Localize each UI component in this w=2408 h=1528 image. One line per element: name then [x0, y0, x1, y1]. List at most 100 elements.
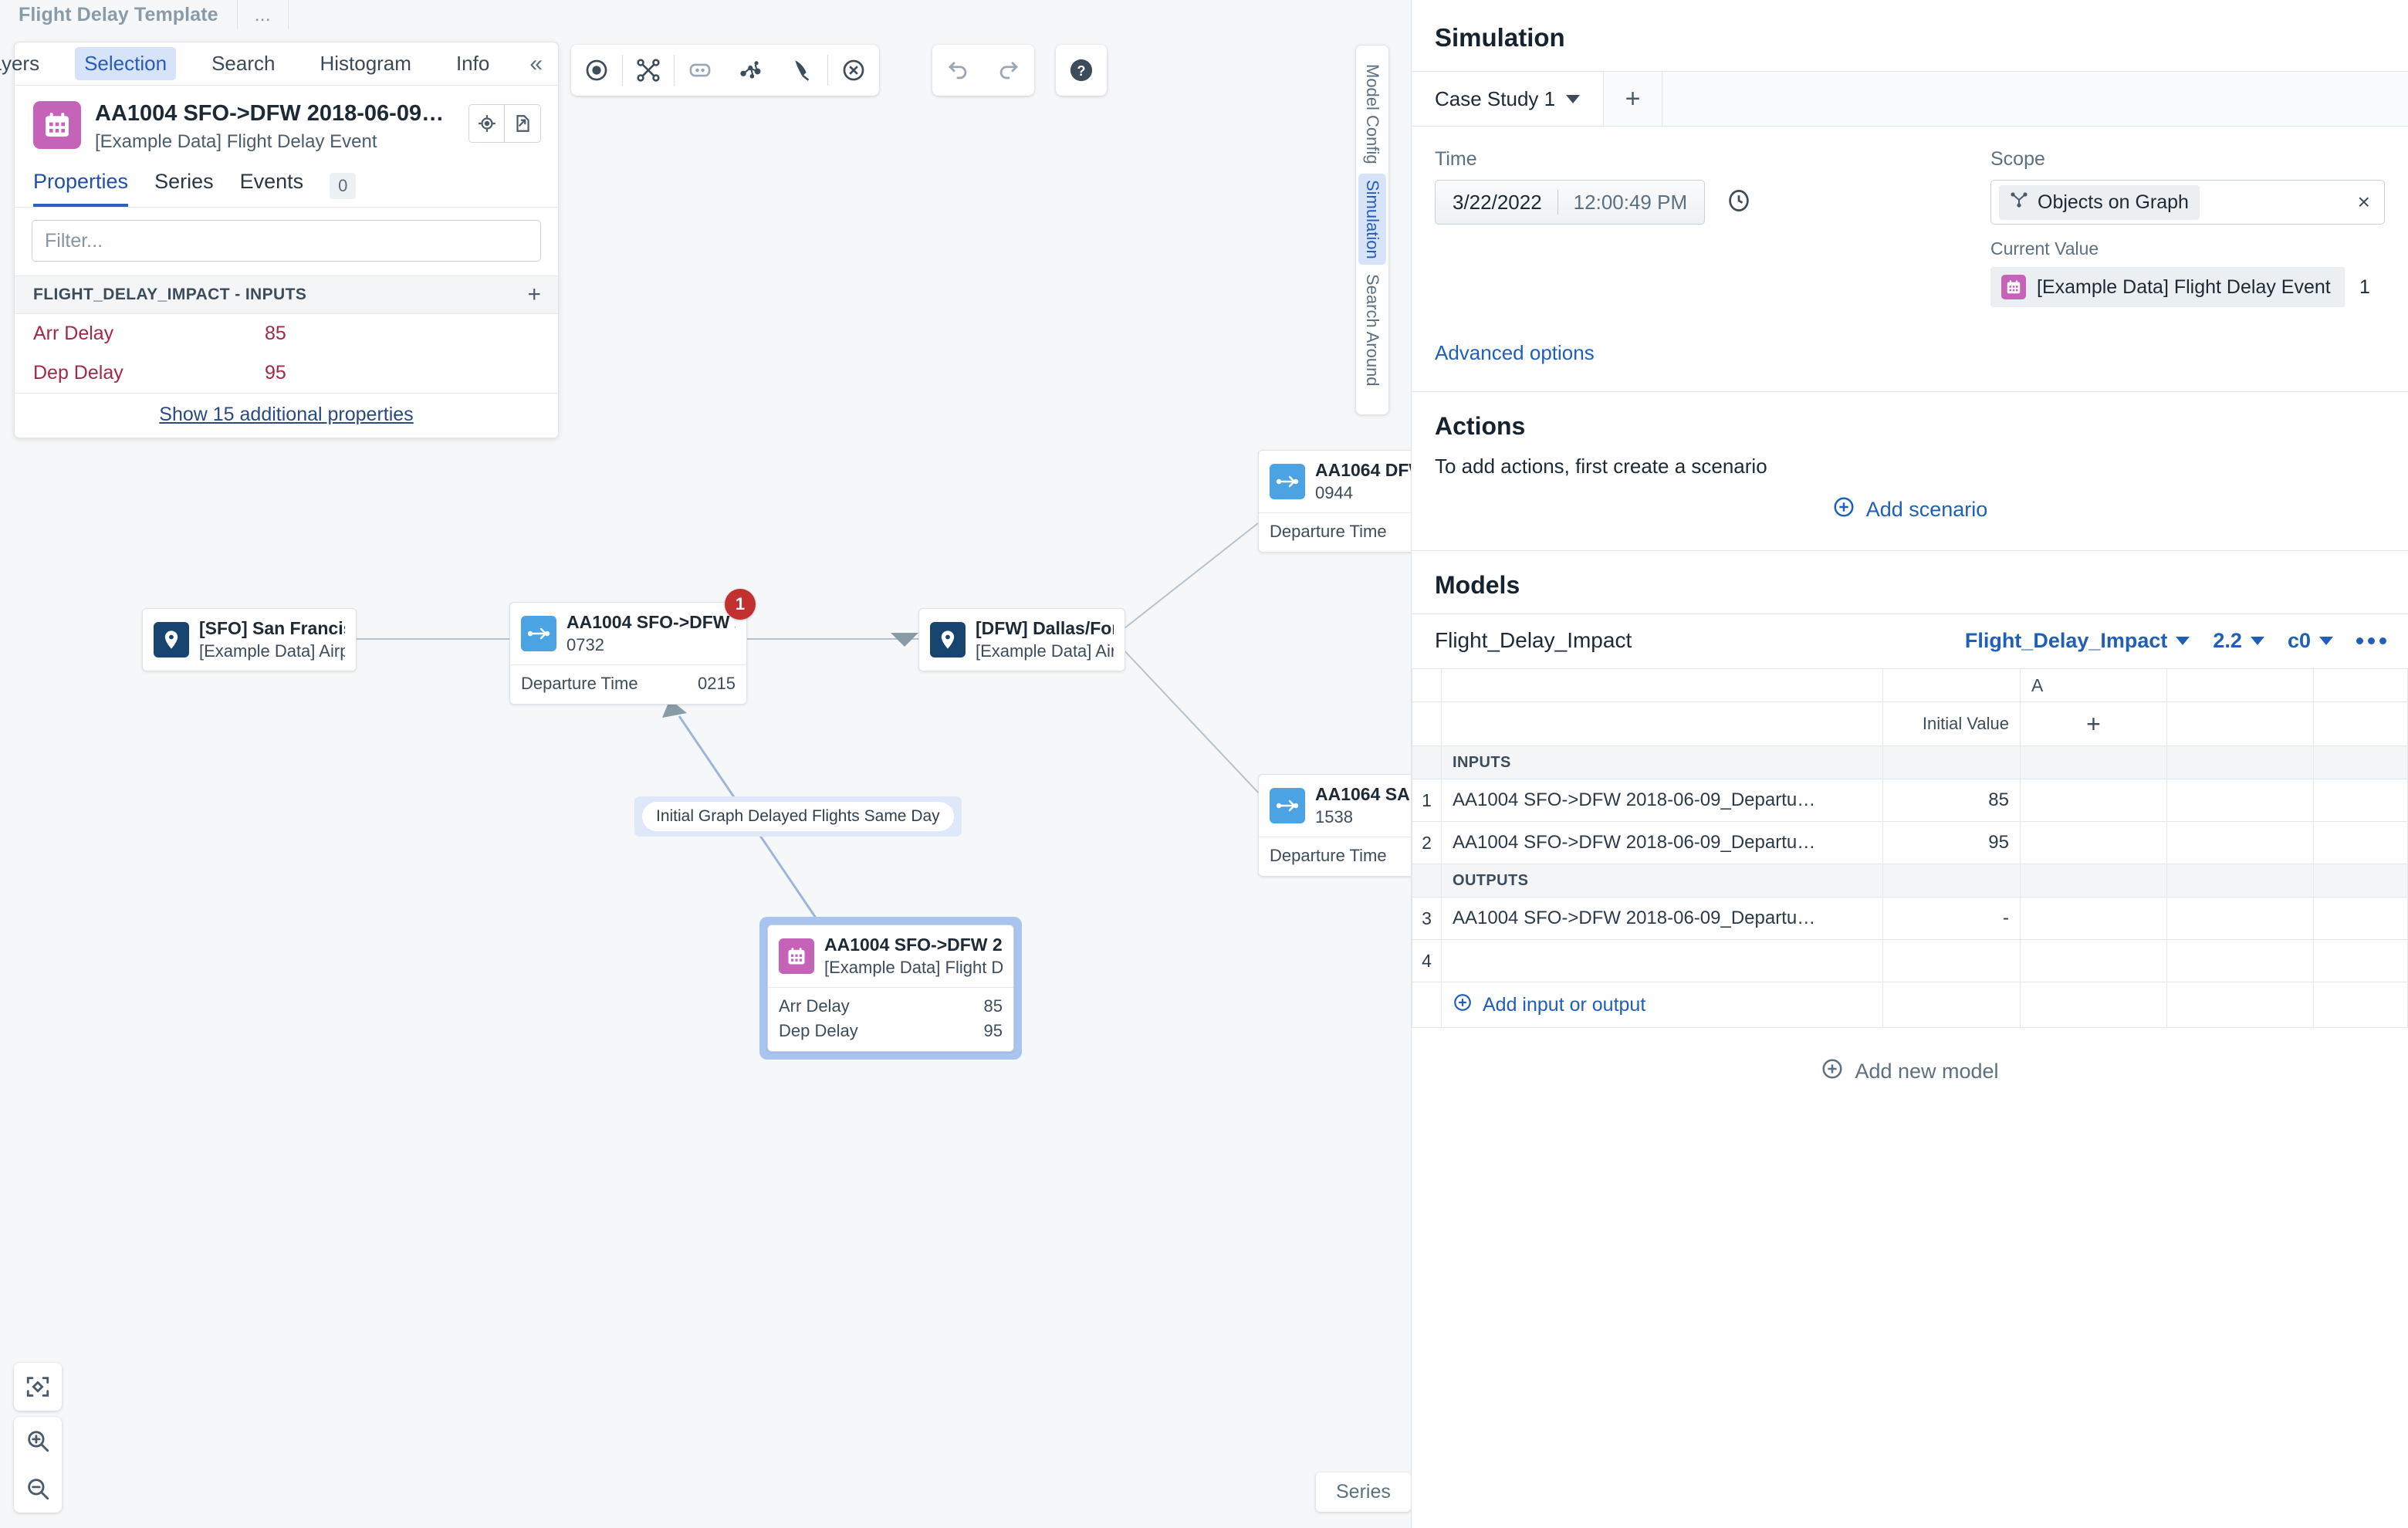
cell-blank	[2166, 668, 2314, 702]
graph-node-aa1064-dfw[interactable]: AA1064 DFW-> 0944 Departure Time	[1258, 450, 1411, 553]
row-cell-a[interactable]	[2020, 897, 2167, 940]
row-cell-b[interactable]	[2166, 779, 2314, 822]
row-initial-value[interactable]: 85	[1882, 779, 2021, 822]
more-horizontal-icon[interactable]	[2356, 637, 2386, 644]
subtab-series[interactable]: Series	[154, 170, 214, 207]
case-study-label: Case Study 1	[1435, 86, 1556, 110]
add-input-or-output-button[interactable]: Add input or output	[1441, 982, 1883, 1028]
row-initial-value[interactable]: 95	[1882, 821, 2021, 864]
add-scenario-button[interactable]: Add scenario	[1412, 495, 2408, 550]
table-row[interactable]: 1 AA1004 SFO->DFW 2018-06-09_Departu… 85	[1412, 779, 2408, 822]
redo-icon[interactable]	[983, 45, 1034, 96]
tab-overflow-menu[interactable]: ...	[238, 0, 289, 29]
row-cell-c[interactable]	[2313, 821, 2408, 864]
clear-selection-icon[interactable]	[828, 45, 879, 96]
row-cell-b[interactable]	[2166, 939, 2314, 982]
pen-icon[interactable]	[776, 45, 827, 96]
map-pin-icon	[930, 622, 966, 658]
simulation-panel: Simulation Case Study 1 + Time 3/22/2022…	[1411, 0, 2408, 1528]
graph-node-aa1004[interactable]: 1 AA1004 SFO->DFW 2018… 0732 Departure T…	[509, 589, 756, 705]
tab-search[interactable]: Search	[202, 47, 284, 80]
add-new-model-button[interactable]: Add new model	[1412, 1028, 2408, 1112]
row-cell-c[interactable]	[2313, 897, 2408, 940]
filter-input[interactable]	[32, 220, 541, 262]
fit-to-screen-control[interactable]	[14, 1363, 62, 1411]
chevron-down-icon	[2319, 636, 2333, 645]
column-a-header[interactable]: A	[2020, 668, 2167, 702]
table-row[interactable]: 4	[1412, 939, 2408, 982]
advanced-options-link[interactable]: Advanced options	[1412, 307, 2408, 391]
row-cell-c[interactable]	[2313, 939, 2408, 982]
row-cell-b[interactable]	[2166, 897, 2314, 940]
row-name[interactable]: AA1004 SFO->DFW 2018-06-09_Departu…	[1441, 779, 1883, 822]
tab-flight-delay-template[interactable]: Flight Delay Template	[0, 0, 238, 29]
vtab-search-around[interactable]: Search Around	[1358, 268, 1386, 393]
node-properties: Departure Time	[1259, 512, 1411, 552]
graph-node-sfo[interactable]: [SFO] San Francisco … [Example Data] Air…	[142, 608, 357, 671]
row-cell-a[interactable]	[2020, 821, 2167, 864]
vtab-model-config[interactable]: Model Config	[1358, 58, 1386, 171]
model-selector-name[interactable]: Flight_Delay_Impact	[1965, 629, 2190, 653]
property-group-header[interactable]: FLIGHT_DELAY_IMPACT - INPUTS +	[15, 276, 558, 315]
collapse-panel-icon[interactable]: «	[529, 52, 543, 76]
row-name[interactable]	[1441, 939, 1883, 982]
row-cell-a[interactable]	[2020, 779, 2167, 822]
row-initial-value[interactable]: -	[1882, 897, 2021, 940]
focus-target-icon[interactable]	[468, 104, 505, 143]
zoom-out-icon[interactable]	[14, 1465, 62, 1513]
node-subtitle: [Example Data] Flight Dela…	[824, 958, 1003, 977]
row-cell-b[interactable]	[2166, 821, 2314, 864]
model-selector-version[interactable]: 2.2	[2213, 629, 2264, 653]
tab-info[interactable]: Info	[447, 47, 499, 80]
cluster-icon[interactable]	[725, 45, 776, 96]
row-name[interactable]: AA1004 SFO->DFW 2018-06-09_Departu…	[1441, 897, 1883, 940]
vtab-simulation[interactable]: Simulation	[1358, 173, 1386, 265]
cell-blank	[2313, 864, 2408, 898]
add-column-button[interactable]: +	[2020, 701, 2167, 746]
current-value-row[interactable]: [Example Data] Flight Delay Event 1	[1990, 267, 2385, 307]
graph-node-dfw[interactable]: [DFW] Dallas/Fort W… [Example Data] Airp…	[918, 608, 1125, 671]
scope-input[interactable]: Objects on Graph ×	[1990, 180, 2385, 225]
cell-blank	[2313, 745, 2408, 779]
select-point-icon[interactable]	[571, 45, 622, 96]
clock-icon[interactable]	[1725, 187, 1753, 218]
graph-node-aa1064-san[interactable]: AA1064 SAN-> 1538 Departure Time	[1258, 774, 1411, 877]
scope-chip[interactable]: Objects on Graph	[1999, 184, 2200, 220]
row-initial-value[interactable]	[1882, 939, 2021, 982]
tab-histogram[interactable]: Histogram	[310, 47, 420, 80]
table-row[interactable]: 2 AA1004 SFO->DFW 2018-06-09_Departu… 95	[1412, 821, 2408, 864]
add-case-study-button[interactable]: +	[1604, 72, 1663, 126]
plus-circle-icon	[1453, 992, 1473, 1018]
row-cell-c[interactable]	[2313, 779, 2408, 822]
graph-toolbar-main	[571, 45, 879, 96]
undo-icon[interactable]	[932, 45, 983, 96]
help-icon[interactable]: ?	[1056, 45, 1107, 96]
row-index: 4	[1412, 939, 1442, 982]
open-in-new-icon[interactable]	[505, 104, 541, 143]
time-input[interactable]: 3/22/2022 12:00:49 PM	[1435, 180, 1706, 225]
model-selector-config[interactable]: c0	[2288, 629, 2333, 653]
row-cell-a[interactable]	[2020, 939, 2167, 982]
row-name[interactable]: AA1004 SFO->DFW 2018-06-09_Departu…	[1441, 821, 1883, 864]
case-study-tab[interactable]: Case Study 1	[1412, 72, 1605, 126]
filter-container	[15, 208, 558, 276]
tab-selection[interactable]: Selection	[75, 47, 177, 80]
subtab-properties[interactable]: Properties	[33, 170, 129, 208]
box-select-icon[interactable]	[675, 45, 725, 96]
add-property-icon[interactable]: +	[527, 283, 541, 306]
zoom-controls[interactable]	[14, 1417, 62, 1513]
zoom-in-icon[interactable]	[14, 1417, 62, 1465]
graph-expand-icon[interactable]	[623, 45, 674, 96]
cell-blank	[2313, 701, 2408, 746]
subtab-events[interactable]: Events	[240, 170, 304, 207]
fit-to-screen-icon[interactable]	[14, 1363, 62, 1411]
table-row[interactable]: 3 AA1004 SFO->DFW 2018-06-09_Departu… -	[1412, 897, 2408, 940]
cell-blank	[1882, 745, 2021, 779]
tab-layers[interactable]: Layers	[0, 47, 49, 80]
table-group-inputs: INPUTS	[1412, 745, 2408, 779]
graph-node-flight-delay-event[interactable]: AA1004 SFO->DFW 2018… [Example Data] Fli…	[767, 925, 1014, 1052]
close-icon[interactable]: ×	[2358, 191, 2370, 213]
row-index: 1	[1412, 779, 1442, 822]
series-button[interactable]: Series	[1316, 1472, 1411, 1512]
show-additional-properties-link[interactable]: Show 15 additional properties	[15, 393, 558, 438]
